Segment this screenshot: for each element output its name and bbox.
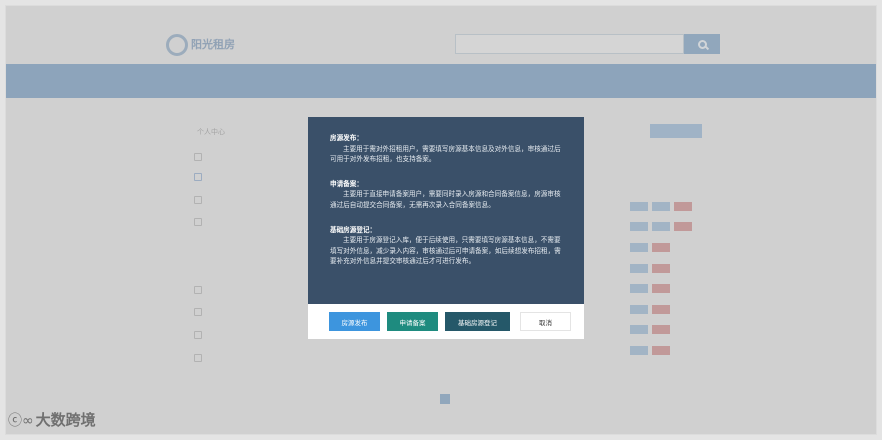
section-text-apply: 主要用于直接申请备案用户，需要同时录入房源和合同备案信息，房源审核通过后自动提交… <box>330 190 561 209</box>
section-text-publish: 主要用于需对外招租用户，需要填写房源基本信息及对外信息，审核通过后可用于对外发布… <box>330 144 561 164</box>
publish-button[interactable]: 房源发布 <box>329 312 380 331</box>
watermark: ⓒ∞ 大数跨境 <box>8 409 96 430</box>
watermark-logo-icon: ⓒ∞ <box>8 412 34 429</box>
section-text-basic: 主要用于房源登记入库，便于后续使用，只需要填写房源基本信息，不需要填写对外信息，… <box>330 236 561 266</box>
section-title-basic: 基础房源登记： <box>330 225 377 234</box>
section-title-publish: 房源发布： <box>330 134 363 142</box>
section-title-apply: 申请备案： <box>330 179 363 188</box>
apply-filing-button[interactable]: 申请备案 <box>387 312 438 331</box>
modal-body: 房源发布： 主要用于需对外招租用户，需要填写房源基本信息及对外信息，审核通过后可… <box>308 117 584 304</box>
house-type-modal: 房源发布： 主要用于需对外招租用户，需要填写房源基本信息及对外信息，审核通过后可… <box>308 117 584 339</box>
modal-footer: 房源发布 申请备案 基础房源登记 取消 <box>308 304 584 339</box>
watermark-text: 大数跨境 <box>35 411 96 429</box>
basic-register-button[interactable]: 基础房源登记 <box>445 312 510 331</box>
cancel-button[interactable]: 取消 <box>520 312 571 331</box>
browser-frame: 阳光租房 个人中心 房源发布： 主要用于需对外招租用户，需要填写房源基本信息及对… <box>5 5 877 435</box>
